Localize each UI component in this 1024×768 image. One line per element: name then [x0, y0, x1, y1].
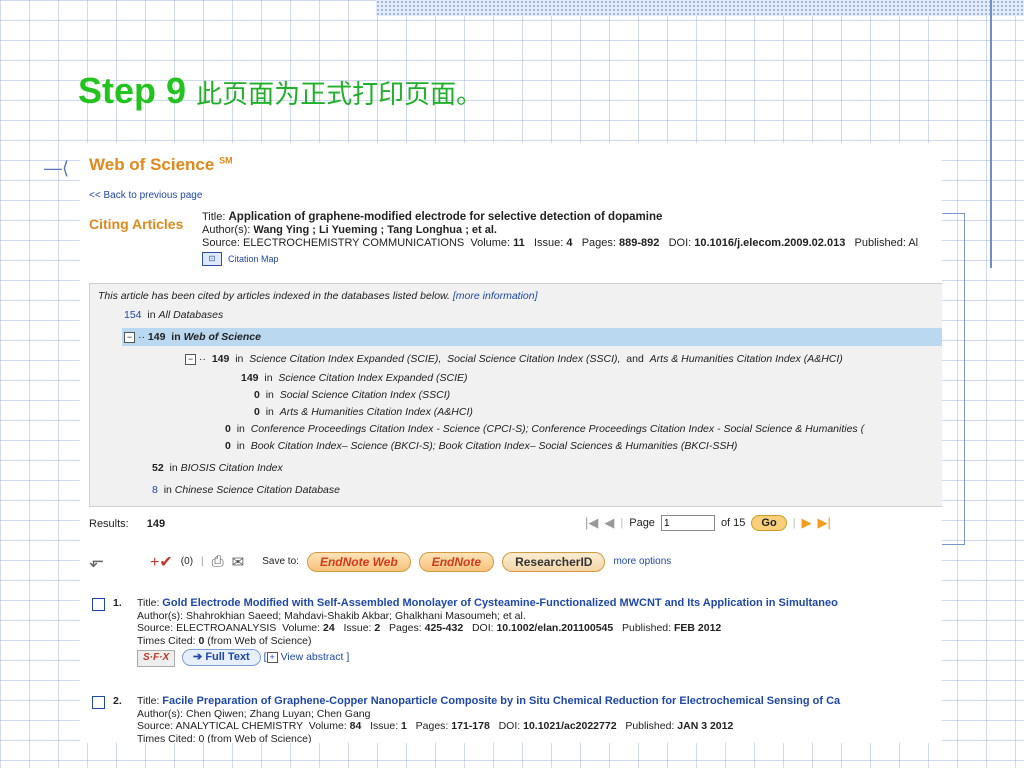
- step-caption: 此页面为正式打印页面。: [196, 80, 483, 110]
- decorative-frame: [942, 213, 965, 545]
- endnote-button[interactable]: EndNote: [418, 551, 495, 572]
- decorative-vertical-line: [990, 0, 992, 268]
- researcherid-button[interactable]: ResearcherID: [502, 551, 606, 572]
- slide-heading: Step 9 此页面为正式打印页面。: [78, 70, 482, 112]
- citation-map-link[interactable]: ⊡ Citation Map: [202, 252, 279, 266]
- decorative-top-band: [376, 0, 1024, 16]
- save-to-label: Save to:: [262, 556, 299, 567]
- last-page-icon[interactable]: ▶|: [818, 515, 831, 531]
- step-label: Step 9: [78, 70, 187, 111]
- endnote-web-button[interactable]: EndNote Web: [306, 551, 411, 572]
- citation-map-icon: ⊡: [202, 252, 222, 266]
- record-title-link[interactable]: Facile Preparation of Graphene-Copper Na…: [162, 695, 840, 707]
- article-authors: Wang Ying ; Li Yueming ; Tang Longhua ; …: [253, 224, 497, 236]
- print-icon[interactable]: ⎙: [212, 553, 224, 570]
- article-title: Application of graphene-modified electro…: [228, 211, 663, 223]
- bullet-arrow-icon: —⟨: [44, 158, 70, 178]
- record-checkbox[interactable]: [92, 598, 105, 611]
- article-source: Source: ELECTROCHEMISTRY COMMUNICATIONS …: [202, 237, 919, 249]
- list-item: 2. Title: Facile Preparation of Graphene…: [89, 695, 942, 743]
- collapse-icon[interactable]: −: [185, 354, 196, 365]
- record-title-link[interactable]: Gold Electrode Modified with Self-Assemb…: [162, 597, 838, 609]
- section-title: Citing Articles: [89, 216, 184, 232]
- back-link[interactable]: << Back to previous page: [89, 190, 202, 201]
- collapse-icon[interactable]: −: [124, 332, 135, 343]
- expand-icon[interactable]: +: [266, 652, 278, 663]
- go-button[interactable]: Go: [751, 515, 787, 531]
- view-abstract-link[interactable]: View abstract ]: [281, 651, 350, 663]
- return-arrow-icon: ⬐: [89, 551, 105, 571]
- brand-title: Web of Science SM: [89, 155, 233, 174]
- list-item: 1. Title: Gold Electrode Modified with S…: [89, 597, 942, 677]
- email-icon[interactable]: ✉: [232, 553, 245, 571]
- page-input[interactable]: [660, 515, 715, 531]
- record-checkbox[interactable]: [92, 696, 105, 709]
- first-page-icon[interactable]: |◀: [585, 515, 598, 531]
- more-info-link[interactable]: [more information]: [453, 290, 538, 302]
- database-breakdown: This article has been cited by articles …: [89, 283, 942, 507]
- pagination: |◀ ◀ | Page of 15 Go | ▶ ▶|: [585, 515, 831, 531]
- add-to-marked-list-icon[interactable]: +✔: [150, 552, 173, 572]
- cscd-count[interactable]: 8: [152, 484, 158, 496]
- results-summary: Results: 149: [89, 518, 166, 530]
- output-toolbar: ⬐ +✔ (0) | ⎙ ✉ Save to: EndNote Web EndN…: [89, 551, 672, 572]
- sfx-button[interactable]: S·F·X: [137, 650, 176, 667]
- wos-screenshot: Web of Science SM << Back to previous pa…: [80, 143, 942, 743]
- next-page-icon[interactable]: ▶: [802, 515, 812, 531]
- prev-page-icon[interactable]: ◀: [604, 515, 614, 531]
- full-text-button[interactable]: ➔ Full Text: [182, 649, 261, 666]
- cited-article-meta: Title: Application of graphene-modified …: [202, 211, 918, 266]
- marked-count: (0): [180, 556, 194, 567]
- more-options-link[interactable]: more options: [613, 556, 671, 567]
- all-databases-count[interactable]: 154: [124, 309, 142, 321]
